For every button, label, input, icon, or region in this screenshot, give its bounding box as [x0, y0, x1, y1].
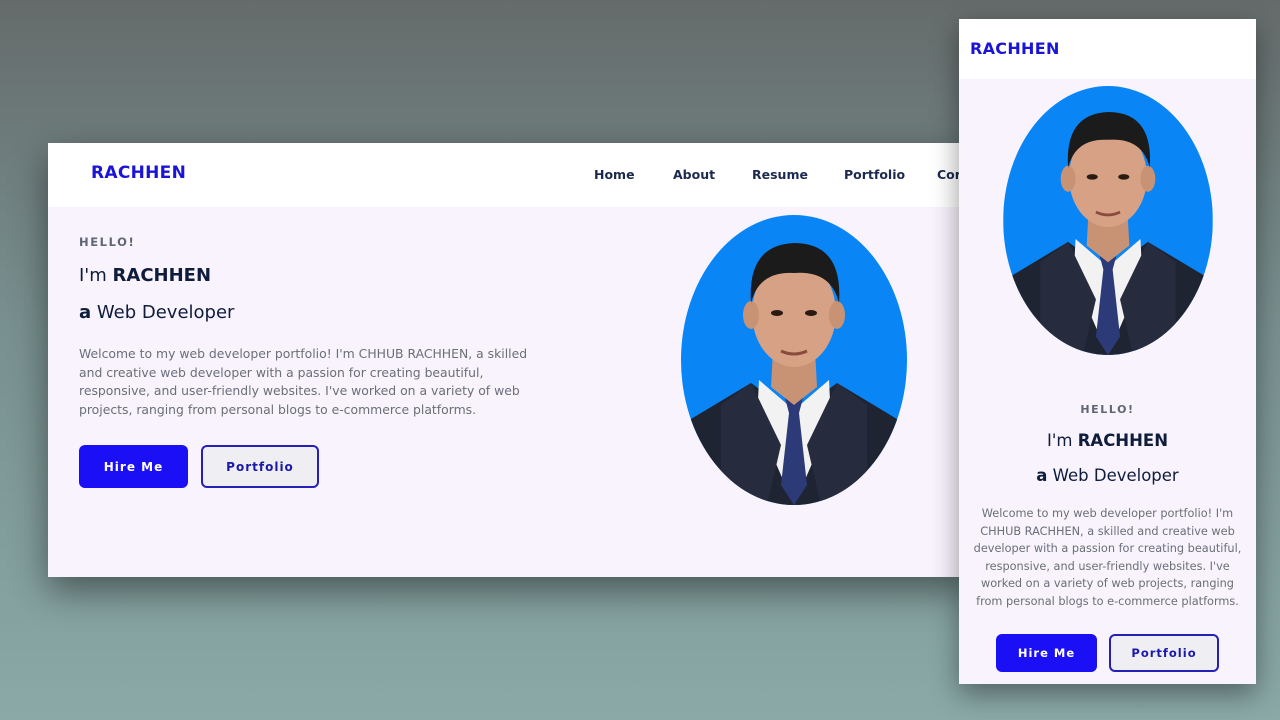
- intro-prefix: I'm: [79, 265, 107, 286]
- mobile-role-prefix: a: [1036, 466, 1048, 485]
- mobile-portfolio-button[interactable]: Portfolio: [1109, 634, 1219, 672]
- description: Welcome to my web developer portfolio! I…: [79, 346, 528, 417]
- mobile-description: Welcome to my web developer portfolio! I…: [973, 507, 1242, 608]
- mobile-intro-prefix: I'm: [1046, 431, 1073, 450]
- profile-photo: [681, 215, 907, 505]
- mobile-intro-heading: I'm RACHHEN: [959, 431, 1256, 450]
- mobile-logo[interactable]: RACHHEN: [970, 39, 1060, 58]
- nav-resume[interactable]: Resume: [752, 167, 808, 182]
- mobile-preview: RACHHEN HELLO! I'm RACHHEN a Web Develop…: [959, 19, 1256, 684]
- portfolio-button[interactable]: Portfolio: [201, 445, 319, 488]
- header: RACHHEN Home About Resume Portfolio Cor: [48, 143, 970, 207]
- role-prefix: a: [79, 302, 92, 323]
- greeting: HELLO!: [79, 235, 136, 249]
- name: RACHHEN: [112, 265, 212, 286]
- nav-contact[interactable]: Cor: [937, 167, 961, 182]
- role: Web Developer: [96, 302, 235, 323]
- mobile-hire-me-button[interactable]: Hire Me: [996, 634, 1097, 672]
- nav-about[interactable]: About: [673, 167, 715, 182]
- desktop-preview: RACHHEN Home About Resume Portfolio Cor …: [48, 143, 970, 577]
- logo[interactable]: RACHHEN: [91, 163, 186, 183]
- role-heading: a Web Developer: [79, 302, 234, 323]
- nav-home[interactable]: Home: [594, 167, 635, 182]
- intro-heading: I'm RACHHEN: [79, 265, 211, 286]
- mobile-profile-photo: [1003, 86, 1213, 355]
- mobile-role: Web Developer: [1052, 466, 1179, 485]
- mobile-greeting: HELLO!: [1080, 403, 1135, 416]
- mobile-header: RACHHEN: [959, 19, 1256, 79]
- nav-portfolio[interactable]: Portfolio: [844, 167, 905, 182]
- mobile-name: RACHHEN: [1077, 431, 1169, 450]
- mobile-role-heading: a Web Developer: [959, 466, 1256, 485]
- hire-me-button[interactable]: Hire Me: [79, 445, 188, 488]
